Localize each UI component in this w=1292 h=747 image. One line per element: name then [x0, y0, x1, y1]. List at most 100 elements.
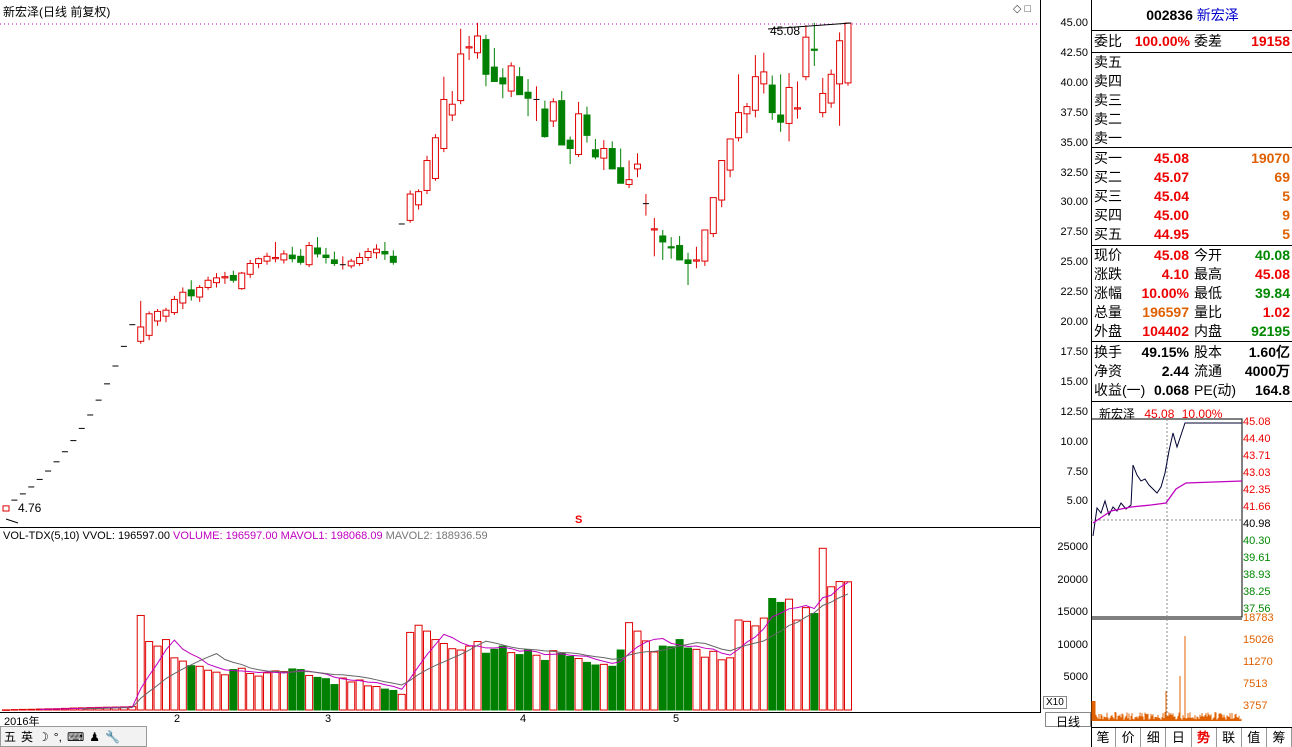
candle — [171, 296, 177, 315]
minichart-volume-tick: 7513 — [1243, 678, 1267, 690]
candle — [635, 153, 641, 177]
candle — [786, 73, 792, 141]
stat-row-2-label: 涨幅 — [1094, 284, 1122, 303]
stat-row-1: 涨跌 4.10 最高 45.08 — [1092, 265, 1292, 284]
stat-row-3-label2: 量比 — [1194, 303, 1222, 322]
tab-5[interactable]: 联 — [1217, 728, 1242, 747]
stat-row-1-value2: 45.08 — [1255, 265, 1290, 284]
candle — [256, 258, 262, 269]
minichart-price-tick: 41.66 — [1243, 501, 1271, 513]
input-status-bar[interactable]: 五英 ☽ °, ⌨ ♟ 🔧 — [0, 726, 147, 747]
price-axis: 45.00 42.50 40.00 37.50 35.00 32.50 30.00 27.50… — [1041, 0, 1091, 528]
buy-row-4-value2: 9 — [1282, 206, 1290, 225]
candle — [357, 253, 363, 266]
candle — [677, 236, 683, 260]
volume-bar — [196, 666, 203, 710]
minichart-price-tick: 38.25 — [1243, 586, 1271, 598]
period-tab[interactable]: 日线 — [1045, 712, 1091, 727]
candle — [230, 271, 236, 283]
price-tick: 35.00 — [1060, 137, 1088, 149]
candle — [803, 25, 809, 80]
stock-name: 新宏泽 — [1197, 7, 1239, 23]
price-tick: 17.50 — [1060, 346, 1088, 358]
buy-row-2-value2: 69 — [1274, 168, 1290, 187]
candle — [837, 32, 843, 125]
volume-bar — [710, 651, 717, 710]
stat-row-3-value: 196597 — [1142, 303, 1189, 322]
candle — [281, 250, 287, 263]
stat-row-1-value: 4.10 — [1162, 265, 1189, 284]
candle — [458, 29, 464, 104]
volume-bar — [735, 620, 742, 710]
tab-2[interactable]: 细 — [1141, 728, 1166, 747]
buy-row-4-value: 45.00 — [1154, 206, 1189, 225]
tab-1[interactable]: 价 — [1116, 728, 1141, 747]
volume-bar — [836, 582, 843, 710]
candle — [702, 230, 708, 266]
volume-bar — [541, 660, 548, 710]
candle — [660, 230, 666, 260]
candle — [475, 23, 481, 59]
sell-row-5: 卖五 — [1092, 53, 1292, 72]
stat-row-4-label2: 内盘 — [1194, 322, 1222, 341]
candle — [432, 134, 438, 181]
status-icon-6[interactable]: 🔧 — [105, 730, 120, 744]
candle — [441, 77, 447, 152]
status-icon-5[interactable]: ♟ — [89, 730, 100, 744]
candle — [205, 277, 211, 290]
info-row-0: 换手 49.15% 股本 1.60亿 — [1092, 343, 1292, 362]
candle — [508, 62, 514, 97]
buy-row-2-label: 买二 — [1094, 168, 1122, 187]
volume-multiplier: X10 — [1043, 696, 1067, 709]
candle — [794, 81, 800, 118]
weicha-value: 19158 — [1251, 32, 1290, 51]
bottom-tabs[interactable]: 笔价细日势联值筹 — [1091, 727, 1292, 747]
sell-row-2-label: 卖二 — [1094, 110, 1122, 129]
candle — [138, 301, 144, 344]
minichart-price-tick: 38.93 — [1243, 569, 1271, 581]
buy-row-1-label: 买一 — [1094, 149, 1122, 168]
tab-0[interactable]: 笔 — [1091, 728, 1116, 747]
status-icon-1[interactable]: 英 — [21, 728, 33, 745]
volume-bar — [600, 664, 607, 710]
volume-bar — [567, 657, 574, 710]
kline-panel[interactable]: 新宏泽(日线 前复权) ◇ □ 45.08 4.76 S — [0, 0, 1041, 528]
candle — [289, 247, 295, 263]
candle — [180, 287, 186, 309]
stat-row-4-label: 外盘 — [1094, 322, 1122, 341]
candle — [416, 189, 422, 209]
candle — [719, 161, 725, 208]
tab-6[interactable]: 值 — [1242, 728, 1267, 747]
candle — [584, 107, 590, 143]
tab-3[interactable]: 日 — [1166, 728, 1191, 747]
candle — [365, 248, 371, 261]
volume-bar — [845, 582, 852, 710]
status-icon-4[interactable]: ⌨ — [67, 730, 84, 744]
volume-bar — [558, 653, 565, 710]
buy-row-1-value2: 19070 — [1251, 149, 1290, 168]
stat-row-0-label2: 今开 — [1194, 246, 1222, 265]
status-icon-2[interactable]: ☽ — [38, 730, 49, 744]
tab-4[interactable]: 势 — [1192, 728, 1217, 747]
tab-7[interactable]: 筹 — [1267, 728, 1292, 747]
intraday-minichart[interactable]: 新宏泽 45.08 10.00% 45.08 44.40 43.71 43.03 42.… — [1091, 403, 1292, 726]
volume-bar — [575, 658, 582, 710]
stat-row-3-label: 总量 — [1094, 303, 1122, 322]
status-icon-0[interactable]: 五 — [4, 728, 16, 745]
candle — [407, 190, 413, 222]
volume-bar — [221, 675, 228, 710]
info-row-0-value: 49.15% — [1142, 343, 1189, 362]
price-tick: 5.00 — [1067, 495, 1088, 507]
candlestick-chart[interactable] — [0, 0, 1040, 527]
candle — [811, 23, 817, 66]
volume-bar — [19, 709, 26, 710]
stat-row-1-label: 涨跌 — [1094, 265, 1122, 284]
volume-bar — [314, 677, 321, 710]
volume-panel[interactable]: VOL-TDX(5,10) VVOL: 196597.00 VOLUME: 19… — [0, 528, 1041, 712]
stat-row-4-value2: 92195 — [1251, 322, 1290, 341]
minichart-price-tick: 43.03 — [1243, 467, 1271, 479]
status-icon-3[interactable]: °, — [54, 730, 62, 744]
candle — [736, 74, 742, 141]
volume-bar — [415, 625, 422, 710]
candle — [491, 48, 497, 82]
